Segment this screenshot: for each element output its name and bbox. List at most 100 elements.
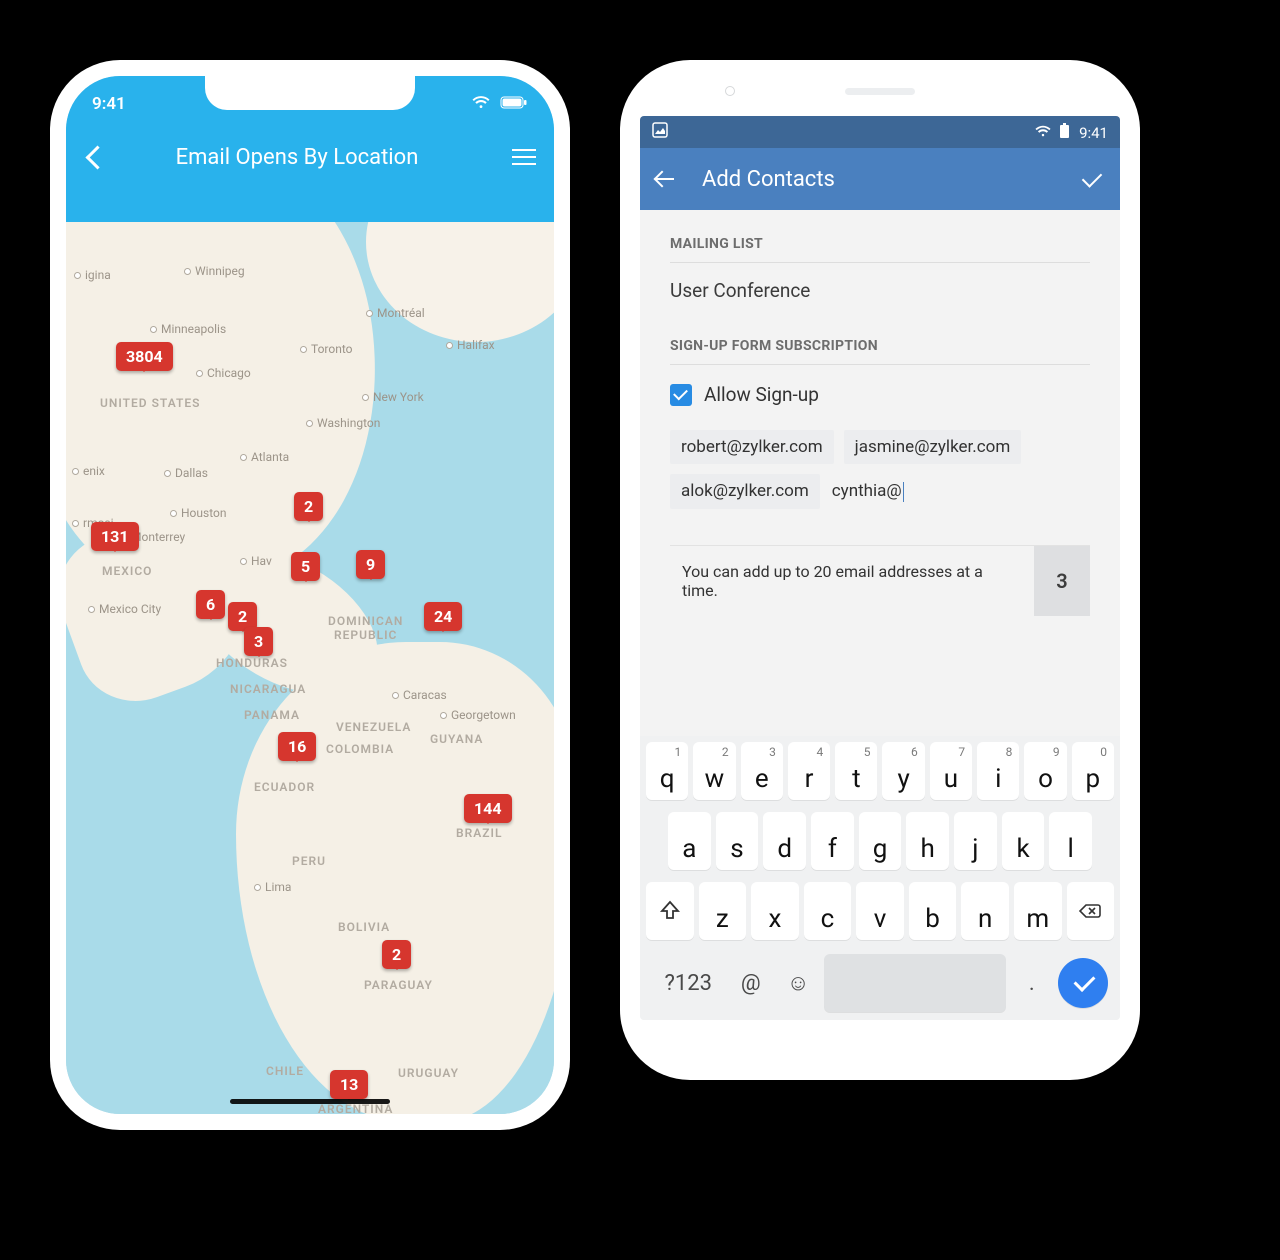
back-button[interactable] bbox=[84, 142, 102, 172]
allow-signup-label: Allow Sign-up bbox=[704, 383, 819, 406]
battery-icon bbox=[1060, 124, 1073, 142]
image-icon bbox=[652, 122, 668, 142]
map-city-label: New York bbox=[362, 390, 424, 404]
email-chip[interactable]: robert@zylker.com bbox=[670, 430, 834, 464]
map-city-label: Atlanta bbox=[240, 450, 289, 464]
key-m[interactable]: m bbox=[1014, 882, 1062, 940]
map-country-label: NICARAGUA bbox=[230, 682, 306, 696]
mailing-list-label: MAILING LIST bbox=[670, 236, 1090, 252]
subscription-label: SIGN-UP FORM SUBSCRIPTION bbox=[670, 338, 1090, 354]
map-city-label: Montréal bbox=[366, 306, 425, 320]
form-content: MAILING LIST User Conference SIGN-UP FOR… bbox=[640, 210, 1120, 736]
email-chip[interactable]: alok@zylker.com bbox=[670, 474, 820, 509]
map-country-label: VENEZUELA bbox=[336, 720, 411, 734]
key-r[interactable]: 4r bbox=[788, 742, 830, 800]
android-header: Add Contacts bbox=[640, 148, 1120, 210]
key-h[interactable]: h bbox=[906, 812, 949, 870]
back-button[interactable] bbox=[656, 168, 678, 190]
map-city-label: Minneapolis bbox=[150, 322, 226, 336]
confirm-button[interactable] bbox=[1080, 167, 1104, 191]
key-y[interactable]: 6y bbox=[882, 742, 924, 800]
iphone-notch bbox=[205, 76, 415, 110]
battery-icon bbox=[500, 94, 528, 114]
page-title: Email Opens By Location bbox=[82, 145, 512, 170]
emoji-key[interactable]: ☺ bbox=[777, 954, 819, 1012]
map-city-label: Hav bbox=[240, 554, 272, 568]
enter-key[interactable] bbox=[1058, 958, 1108, 1008]
email-chips[interactable]: robert@zylker.com jasmine@zylker.com alok@… bbox=[670, 430, 1090, 509]
period-key[interactable]: . bbox=[1011, 954, 1053, 1012]
map-pin[interactable]: 2 bbox=[382, 940, 411, 969]
key-u[interactable]: 7u bbox=[930, 742, 972, 800]
map-city-label: Lima bbox=[254, 880, 291, 894]
key-i[interactable]: 8i bbox=[977, 742, 1019, 800]
menu-icon[interactable] bbox=[512, 149, 536, 165]
at-key[interactable]: @ bbox=[730, 954, 772, 1012]
key-v[interactable]: v bbox=[856, 882, 904, 940]
key-l[interactable]: l bbox=[1049, 812, 1092, 870]
map-city-label: Dallas bbox=[164, 466, 208, 480]
key-w[interactable]: 2w bbox=[693, 742, 735, 800]
key-j[interactable]: j bbox=[954, 812, 997, 870]
front-camera bbox=[725, 86, 735, 96]
symbols-key[interactable]: ?123 bbox=[652, 954, 725, 1012]
key-e[interactable]: 3e bbox=[741, 742, 783, 800]
key-o[interactable]: 9o bbox=[1024, 742, 1066, 800]
map-pin[interactable]: 13 bbox=[330, 1070, 368, 1099]
map-pin[interactable]: 3804 bbox=[116, 342, 173, 371]
map-pin[interactable]: 9 bbox=[356, 550, 385, 579]
map-pin[interactable]: 131 bbox=[91, 522, 139, 551]
shift-key[interactable] bbox=[646, 882, 694, 940]
android-status-bar: 9:41 bbox=[640, 116, 1120, 148]
ios-status-indicators bbox=[472, 94, 528, 114]
key-x[interactable]: x bbox=[751, 882, 799, 940]
key-k[interactable]: k bbox=[1002, 812, 1045, 870]
backspace-key[interactable] bbox=[1067, 882, 1115, 940]
map-country-label: GUYANA bbox=[430, 732, 483, 746]
hint-text: You can add up to 20 email addresses at … bbox=[670, 546, 1034, 616]
key-n[interactable]: n bbox=[961, 882, 1009, 940]
key-c[interactable]: c bbox=[804, 882, 852, 940]
map-pin[interactable]: 16 bbox=[278, 732, 316, 761]
map-country-label: PANAMA bbox=[244, 708, 300, 722]
map-pin[interactable]: 3 bbox=[244, 627, 273, 656]
key-t[interactable]: 5t bbox=[835, 742, 877, 800]
map-country-label: BRAZIL bbox=[456, 826, 502, 840]
key-p[interactable]: 0p bbox=[1072, 742, 1114, 800]
key-a[interactable]: a bbox=[668, 812, 711, 870]
map-pin[interactable]: 24 bbox=[424, 602, 462, 631]
map-pin[interactable]: 144 bbox=[464, 794, 512, 823]
map-city-label: Winnipeg bbox=[184, 264, 245, 278]
space-key[interactable] bbox=[824, 954, 1005, 1012]
map-country-label: REPUBLIC bbox=[334, 628, 397, 642]
map-country-label: COLOMBIA bbox=[326, 742, 394, 756]
map-view[interactable]: WinnipegMinneapolisChicagoTorontoMontréa… bbox=[66, 222, 554, 1114]
key-s[interactable]: s bbox=[716, 812, 759, 870]
map-country-label: ECUADOR bbox=[254, 780, 315, 794]
key-f[interactable]: f bbox=[811, 812, 854, 870]
map-country-label: UNITED STATES bbox=[100, 396, 200, 410]
map-city-label: Washington bbox=[306, 416, 380, 430]
mailing-list-value[interactable]: User Conference bbox=[670, 279, 1090, 302]
allow-signup-row[interactable]: Allow Sign-up bbox=[670, 383, 1090, 406]
map-pin[interactable]: 2 bbox=[294, 492, 323, 521]
map-city-label: enix bbox=[72, 464, 105, 478]
map-city-label: Georgetown bbox=[440, 708, 516, 722]
map-pin[interactable]: 5 bbox=[291, 552, 320, 581]
keyboard[interactable]: 1q2w3e4r5t6y7u8i9o0p asdfghjkl zxcvbnm ?… bbox=[640, 736, 1120, 1020]
map-pin[interactable]: 6 bbox=[196, 590, 225, 619]
email-input[interactable]: cynthia@ bbox=[830, 474, 906, 509]
map-country-label: MEXICO bbox=[102, 564, 152, 578]
key-q[interactable]: 1q bbox=[646, 742, 688, 800]
hint-count: 3 bbox=[1034, 546, 1090, 616]
key-z[interactable]: z bbox=[699, 882, 747, 940]
key-g[interactable]: g bbox=[859, 812, 902, 870]
key-d[interactable]: d bbox=[763, 812, 806, 870]
map-city-label: Houston bbox=[170, 506, 227, 520]
map-country-label: DOMINICAN bbox=[328, 614, 403, 628]
map-city-label: Mexico City bbox=[88, 602, 161, 616]
key-b[interactable]: b bbox=[909, 882, 957, 940]
email-chip[interactable]: jasmine@zylker.com bbox=[844, 430, 1022, 464]
home-indicator[interactable] bbox=[230, 1099, 390, 1104]
checkbox-icon[interactable] bbox=[670, 384, 692, 406]
